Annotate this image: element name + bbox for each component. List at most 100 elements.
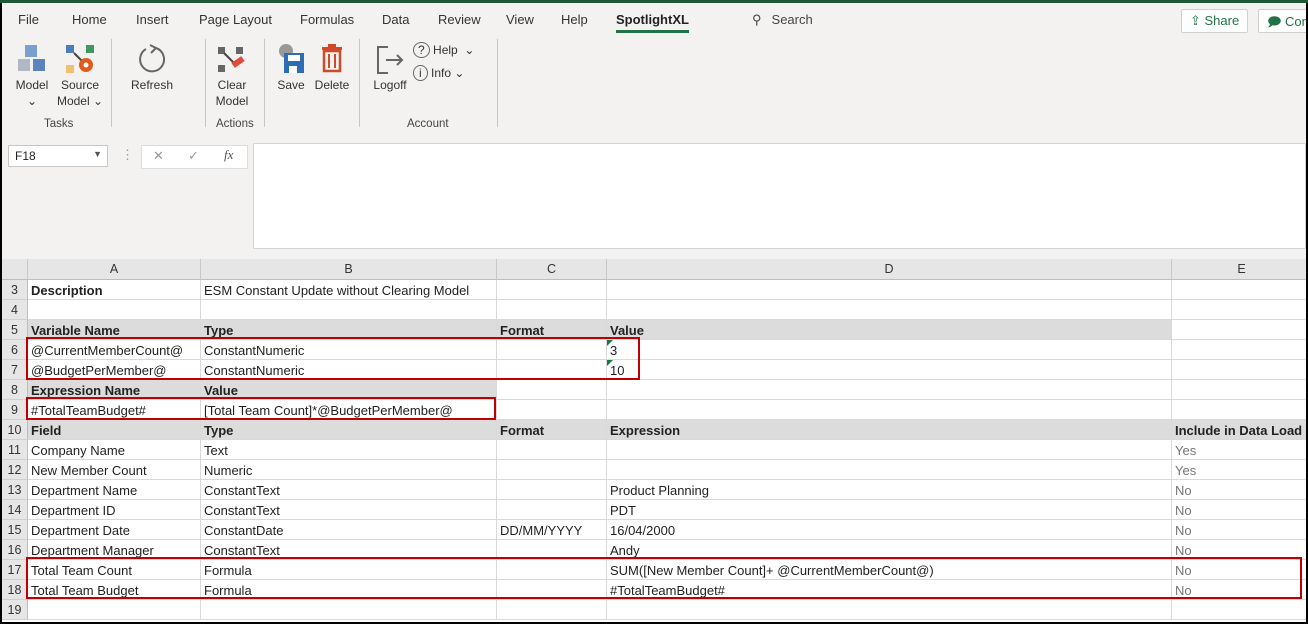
cancel-icon[interactable]: ✕: [153, 148, 164, 164]
row-header[interactable]: 10: [2, 420, 28, 440]
tab-help[interactable]: Help: [561, 12, 588, 27]
tab-insert[interactable]: Insert: [136, 12, 169, 27]
tab-spotlightxl[interactable]: SpotlightXL: [616, 12, 689, 33]
cell-B6[interactable]: ConstantNumeric: [201, 340, 497, 360]
cell-E9[interactable]: [1172, 400, 1306, 420]
cell-D6[interactable]: 3: [607, 340, 1172, 360]
row-header[interactable]: 13: [2, 480, 28, 500]
column-header-C[interactable]: C: [497, 259, 607, 280]
cell-E6[interactable]: [1172, 340, 1306, 360]
tab-page-layout[interactable]: Page Layout: [199, 12, 272, 27]
cell-E14[interactable]: No: [1172, 500, 1306, 520]
row-header[interactable]: 8: [2, 380, 28, 400]
cell-B17[interactable]: Formula: [201, 560, 497, 580]
cell-C3[interactable]: [497, 280, 607, 300]
comments-button[interactable]: 🗩 Comments: [1258, 9, 1306, 33]
cell-B11[interactable]: Text: [201, 440, 497, 460]
cell-E12[interactable]: Yes: [1172, 460, 1306, 480]
row-header[interactable]: 4: [2, 300, 28, 320]
cell-D13[interactable]: Product Planning: [607, 480, 1172, 500]
cell-D3[interactable]: [607, 280, 1172, 300]
cell-E7[interactable]: [1172, 360, 1306, 380]
cell-B9[interactable]: [Total Team Count]*@BudgetPerMember@: [201, 400, 497, 420]
cell-B10[interactable]: Type: [201, 420, 497, 440]
cell-E8[interactable]: [1172, 380, 1306, 400]
cell-D4[interactable]: [607, 300, 1172, 320]
cell-B16[interactable]: ConstantText: [201, 540, 497, 560]
cell-D7[interactable]: 10: [607, 360, 1172, 380]
cell-B8[interactable]: Value: [201, 380, 497, 400]
cell-B18[interactable]: Formula: [201, 580, 497, 600]
cell-D5[interactable]: Value: [607, 320, 1172, 340]
cell-A9[interactable]: #TotalTeamBudget#: [28, 400, 201, 420]
row-header[interactable]: 19: [2, 600, 28, 620]
cell-D16[interactable]: Andy: [607, 540, 1172, 560]
enter-icon[interactable]: ✓: [188, 148, 199, 164]
row-header[interactable]: 9: [2, 400, 28, 420]
cell-C15[interactable]: DD/MM/YYYY: [497, 520, 607, 540]
tab-home[interactable]: Home: [72, 12, 107, 27]
cell-D12[interactable]: [607, 460, 1172, 480]
cell-C19[interactable]: [497, 600, 607, 620]
select-all-corner[interactable]: [2, 259, 28, 280]
cell-A12[interactable]: New Member Count: [28, 460, 201, 480]
cell-C13[interactable]: [497, 480, 607, 500]
cell-C17[interactable]: [497, 560, 607, 580]
cell-A18[interactable]: Total Team Budget: [28, 580, 201, 600]
cell-C9[interactable]: [497, 400, 607, 420]
cell-E11[interactable]: Yes: [1172, 440, 1306, 460]
cell-C16[interactable]: [497, 540, 607, 560]
formula-input[interactable]: [253, 143, 1306, 249]
cell-E10[interactable]: Include in Data Load: [1172, 420, 1306, 440]
cell-A3[interactable]: Description: [28, 280, 201, 300]
cell-D11[interactable]: [607, 440, 1172, 460]
cell-E18[interactable]: No: [1172, 580, 1306, 600]
cell-B7[interactable]: ConstantNumeric: [201, 360, 497, 380]
cell-D15[interactable]: 16/04/2000: [607, 520, 1172, 540]
row-header[interactable]: 14: [2, 500, 28, 520]
cell-A13[interactable]: Department Name: [28, 480, 201, 500]
tab-file[interactable]: File: [18, 12, 39, 27]
cell-A8[interactable]: Expression Name: [28, 380, 201, 400]
cell-C8[interactable]: [497, 380, 607, 400]
cell-E17[interactable]: No: [1172, 560, 1306, 580]
search-box[interactable]: ⚲ Search: [752, 12, 813, 28]
cell-C7[interactable]: [497, 360, 607, 380]
cell-C18[interactable]: [497, 580, 607, 600]
row-header[interactable]: 17: [2, 560, 28, 580]
cell-D17[interactable]: SUM([New Member Count]+ @CurrentMemberCo…: [607, 560, 1172, 580]
cell-D19[interactable]: [607, 600, 1172, 620]
column-header-A[interactable]: A: [28, 259, 201, 280]
cell-B19[interactable]: [201, 600, 497, 620]
cell-C14[interactable]: [497, 500, 607, 520]
cell-B15[interactable]: ConstantDate: [201, 520, 497, 540]
name-box[interactable]: F18 ▼: [8, 145, 108, 167]
cell-A11[interactable]: Company Name: [28, 440, 201, 460]
cell-A17[interactable]: Total Team Count: [28, 560, 201, 580]
cell-A5[interactable]: Variable Name: [28, 320, 201, 340]
cell-B5[interactable]: Type: [201, 320, 497, 340]
cell-D18[interactable]: #TotalTeamBudget#: [607, 580, 1172, 600]
cell-B3[interactable]: ESM Constant Update without Clearing Mod…: [201, 280, 497, 300]
cell-E16[interactable]: No: [1172, 540, 1306, 560]
cell-E5[interactable]: [1172, 320, 1306, 340]
column-header-D[interactable]: D: [607, 259, 1172, 280]
cell-B12[interactable]: Numeric: [201, 460, 497, 480]
cell-B14[interactable]: ConstantText: [201, 500, 497, 520]
cell-E3[interactable]: [1172, 280, 1306, 300]
cell-E19[interactable]: [1172, 600, 1306, 620]
insert-function-icon[interactable]: fx: [224, 147, 233, 163]
row-header[interactable]: 16: [2, 540, 28, 560]
cell-D9[interactable]: [607, 400, 1172, 420]
cell-C6[interactable]: [497, 340, 607, 360]
cell-A6[interactable]: @CurrentMemberCount@: [28, 340, 201, 360]
tab-formulas[interactable]: Formulas: [300, 12, 354, 27]
cell-D14[interactable]: PDT: [607, 500, 1172, 520]
cell-E15[interactable]: No: [1172, 520, 1306, 540]
row-header[interactable]: 6: [2, 340, 28, 360]
cell-B13[interactable]: ConstantText: [201, 480, 497, 500]
cell-E13[interactable]: No: [1172, 480, 1306, 500]
cell-D8[interactable]: [607, 380, 1172, 400]
cell-A10[interactable]: Field: [28, 420, 201, 440]
info-button[interactable]: i Info ⌄: [413, 65, 464, 81]
